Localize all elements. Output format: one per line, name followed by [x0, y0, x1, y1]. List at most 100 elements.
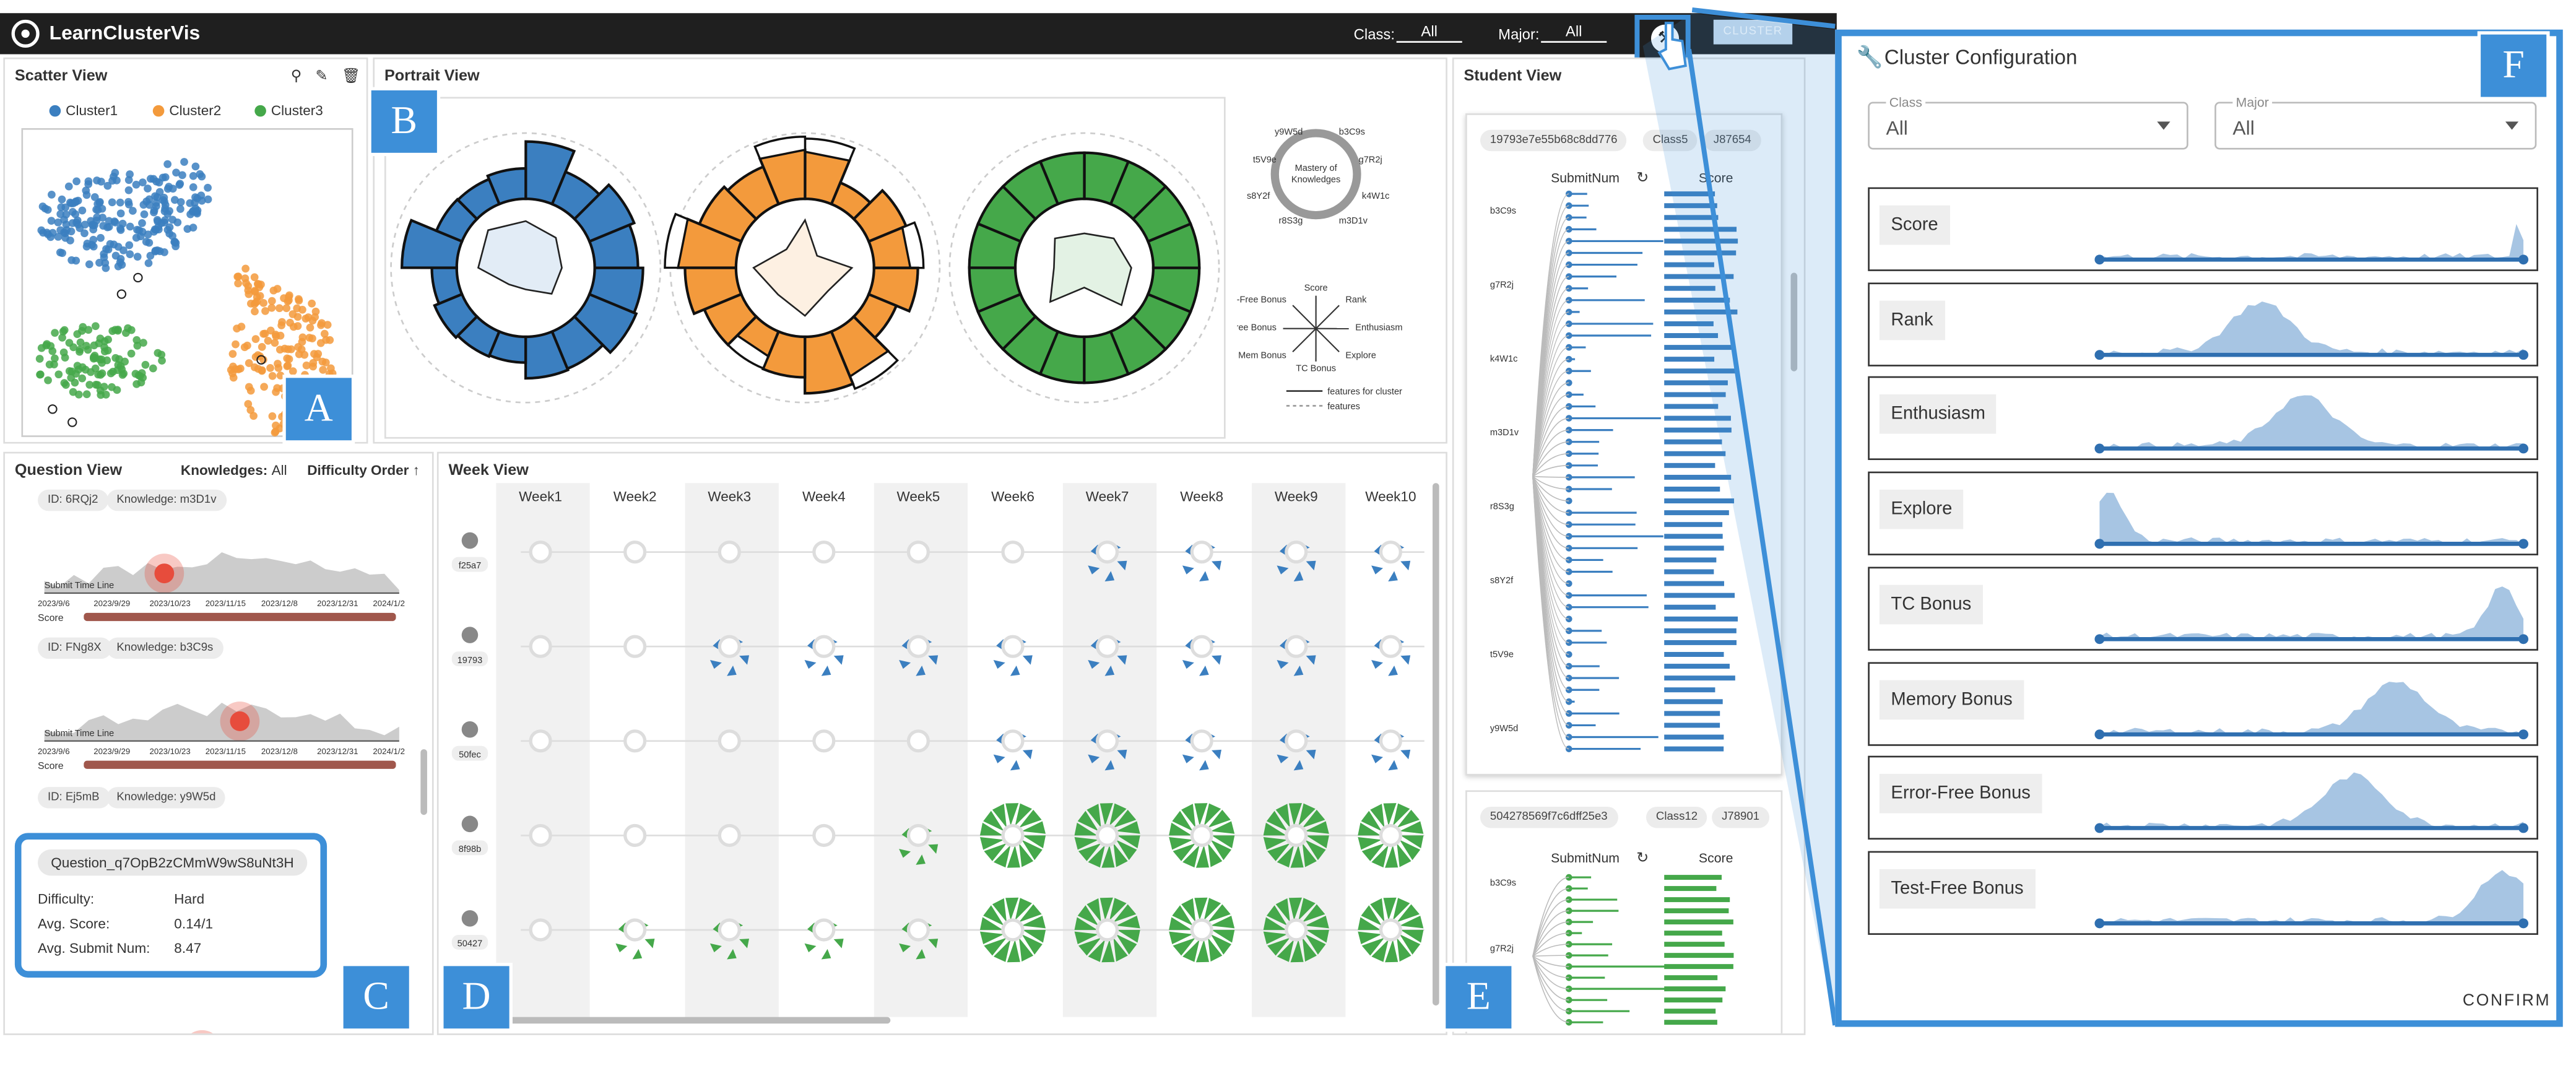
feature-row-error-free-bonus[interactable]: Error-Free Bonus: [1868, 756, 2538, 840]
score-bar: [1664, 227, 1737, 232]
knowledge-label: b3C9s: [1490, 206, 1516, 216]
scatter-point: [111, 354, 119, 362]
feature-row-explore[interactable]: Explore: [1868, 472, 2538, 555]
config-class-select[interactable]: ClassAll: [1868, 102, 2188, 150]
scatter-point: [126, 223, 134, 231]
confirm-button[interactable]: CONFIRM: [2463, 992, 2551, 1010]
score-bar: [1664, 310, 1737, 315]
student-card[interactable]: 19793e7e55b68c8dd776 Class5 J87654 Submi…: [1465, 113, 1782, 775]
score-bar: [1664, 238, 1738, 243]
week-glyph-petal: [822, 666, 831, 676]
tooltip-question-id: Question_q7OpB2zCMmW9wS8uNt3H: [38, 849, 307, 875]
scatter-point: [285, 292, 293, 300]
scatter-point: [108, 198, 116, 206]
legend-cluster3: Cluster3: [254, 102, 323, 119]
badge-c: C: [344, 966, 409, 1028]
scatter-point: [96, 198, 104, 206]
ring-legend-label: k4W1c: [1362, 191, 1390, 201]
radar-legend-label: TC Bonus: [1296, 364, 1336, 374]
scatter-point: [321, 330, 329, 338]
week-glyph-petal: [615, 944, 627, 952]
scatter-point: [100, 253, 108, 261]
scatter-point: [132, 181, 141, 189]
student-card[interactable]: 504278569f7c6dff25e3 Class12 J78901 Subm…: [1465, 790, 1782, 1035]
week-header: Week1: [519, 488, 562, 504]
scatter-point: [272, 422, 280, 430]
score-bar: [1664, 203, 1717, 208]
trash-icon[interactable]: 🗑: [342, 67, 360, 85]
scatter-point: [161, 205, 169, 213]
brush-icon[interactable]: ✎: [316, 67, 328, 85]
class-filter-label: Class:: [1354, 26, 1395, 43]
score-bar: [1664, 919, 1733, 924]
portrait-cluster-1: [391, 133, 661, 402]
range-slider-handle-min: [2094, 254, 2104, 264]
question-knowledge-tag: Knowledge: b3C9s: [106, 638, 223, 659]
class-filter-select[interactable]: All: [1397, 23, 1462, 43]
scatter-point: [251, 288, 259, 296]
question-id-tag: ID: Ej5mB: [38, 787, 109, 808]
feature-row-score[interactable]: Score: [1868, 188, 2538, 271]
score-bar: [1664, 605, 1715, 610]
portrait-legend: y9W5db3C9st5V9eg7R2js8Y2fk4W1cr8S3gm3D1v…: [1237, 125, 1451, 437]
score-bar: [1664, 942, 1725, 947]
score-bar: [1664, 557, 1716, 562]
date-tick: 2023/11/15: [206, 747, 246, 756]
search-icon[interactable]: ⚲: [291, 67, 301, 85]
scatter-point: [261, 307, 269, 315]
feature-row-tc-bonus[interactable]: TC Bonus: [1868, 567, 2538, 650]
week-header: Week3: [708, 488, 751, 504]
config-major-select[interactable]: MajorAll: [2214, 102, 2536, 150]
scatter-point: [76, 345, 84, 354]
week-node: [814, 636, 834, 656]
tooltip-score-label: Avg. Score:: [38, 915, 110, 932]
scatter-point: [314, 350, 322, 358]
week-glyph-petal: [1199, 760, 1209, 771]
scatter-point: [128, 326, 136, 334]
scatter-point: [286, 319, 294, 327]
week-glyph-petal: [1199, 666, 1209, 676]
score-bar: [1664, 570, 1714, 575]
score-bar: [1664, 498, 1734, 503]
score-bar: [1664, 263, 1714, 267]
radar-axis: [1293, 329, 1316, 352]
submit-dot: [1566, 710, 1572, 717]
week-node: [531, 731, 550, 751]
feature-row-memory-bonus[interactable]: Memory Bonus: [1868, 661, 2538, 745]
portrait-title: Portrait View: [384, 67, 480, 85]
week-node: [1003, 731, 1023, 751]
scatter-point: [88, 241, 96, 249]
ring-legend-label: t5V9e: [1253, 155, 1277, 165]
scatter-point: [44, 230, 52, 238]
week-node: [1098, 920, 1117, 940]
scatter-point: [78, 207, 86, 215]
student-scrollbar[interactable]: [1791, 273, 1798, 371]
cluster-config-button[interactable]: ⚒: [1634, 15, 1690, 64]
student-avatar-icon: [462, 816, 479, 833]
week-glyph-petal: [1400, 655, 1410, 664]
student-view: Student View 19793e7e55b68c8dd776 Class5…: [1452, 58, 1806, 1035]
scatter-point: [67, 256, 76, 264]
selected-point: [48, 405, 56, 413]
badge-d: D: [443, 966, 509, 1028]
score-bar: [1664, 428, 1732, 433]
submit-dot: [1566, 250, 1572, 256]
scatter-point: [233, 273, 241, 281]
scatter-point: [151, 225, 159, 233]
scatter-point: [172, 168, 180, 176]
submit-dot: [1566, 238, 1572, 245]
week-header: Week4: [802, 488, 846, 504]
week-vscrollbar[interactable]: [1433, 483, 1439, 1005]
portrait-view: Portrait View y9W5db3C9st5V9eg7R2js8Y2fk…: [373, 58, 1447, 444]
major-filter-select[interactable]: All: [1541, 23, 1607, 43]
score-bar: [84, 761, 396, 769]
week-hscrollbar[interactable]: [488, 1017, 890, 1024]
ring-center-label: Mastery of: [1295, 163, 1338, 173]
scatter-point: [229, 350, 237, 358]
feature-row-enthusiasm[interactable]: Enthusiasm: [1868, 377, 2538, 461]
feature-row-rank[interactable]: Rank: [1868, 282, 2538, 366]
feature-row-test-free-bonus[interactable]: Test-Free Bonus: [1868, 851, 2538, 934]
cluster-button[interactable]: CLUSTER: [1714, 20, 1792, 45]
app-title: LearnClusterVis: [50, 21, 201, 44]
score-bar: [1664, 475, 1731, 480]
